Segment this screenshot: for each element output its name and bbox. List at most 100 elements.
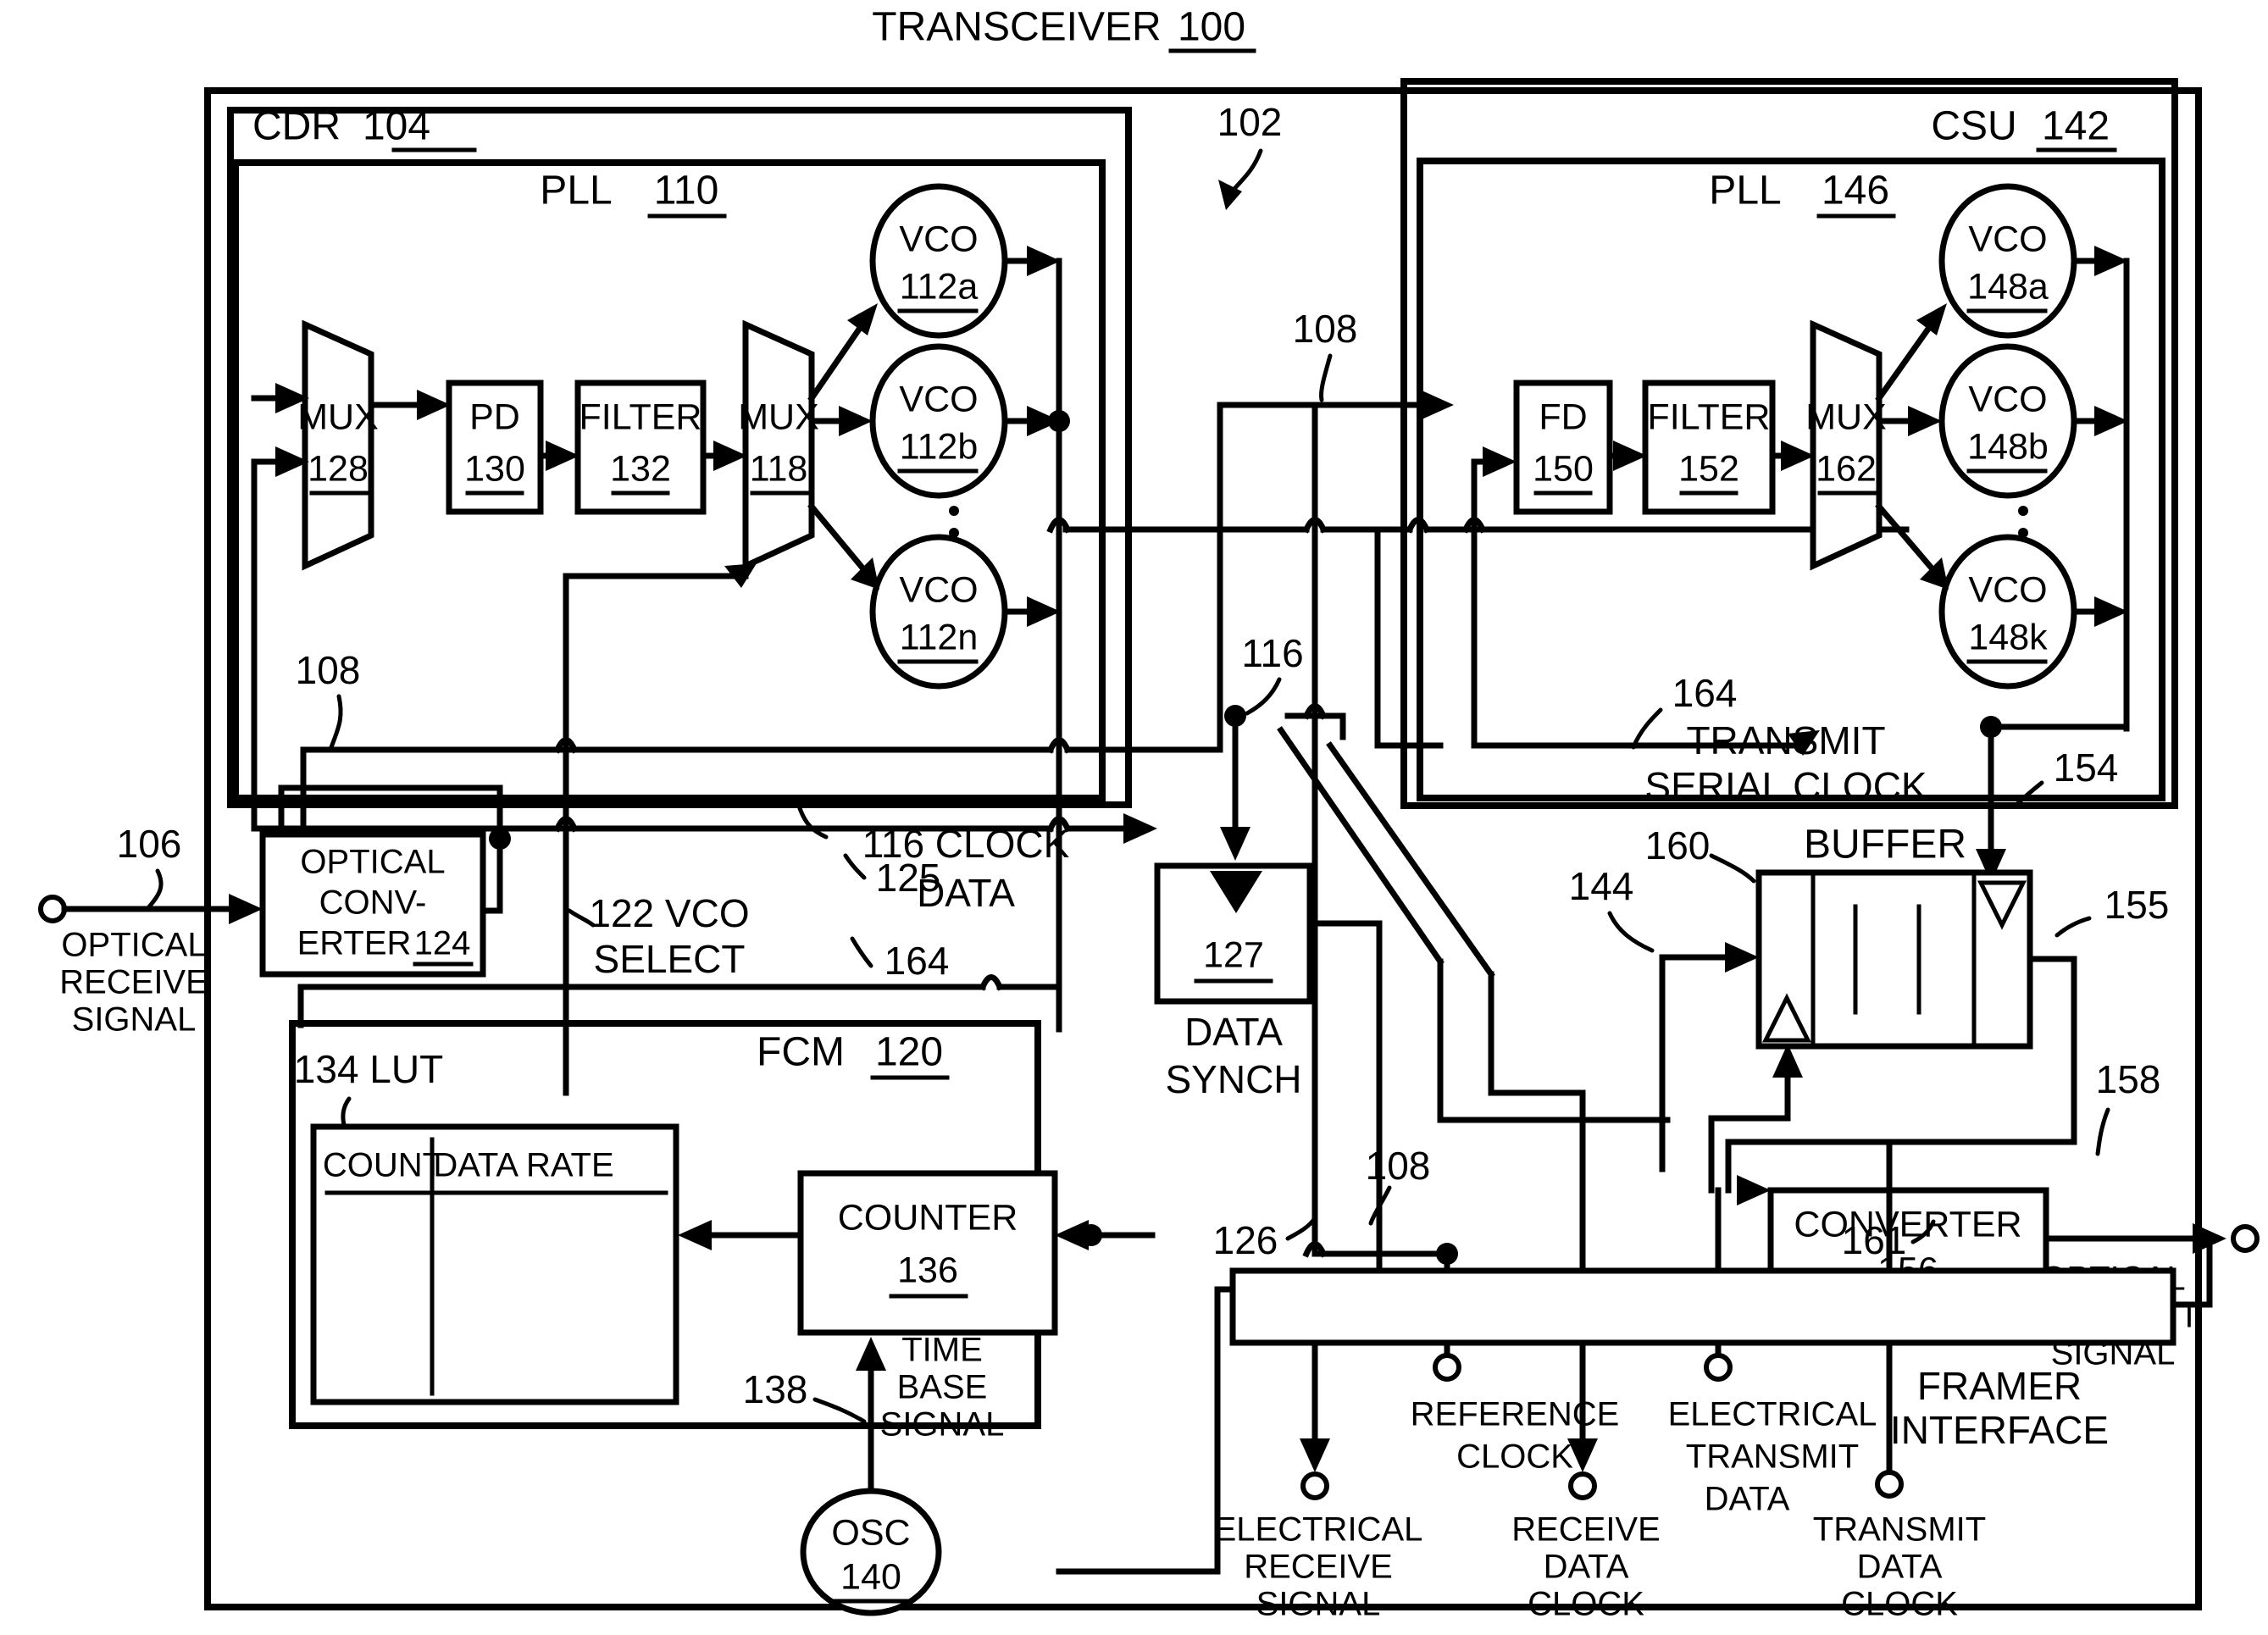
vco-148b-label: VCO bbox=[1968, 379, 2047, 419]
pd-130: PD 130 bbox=[446, 380, 544, 515]
annotation-125-text: 125 bbox=[876, 856, 941, 900]
data-synch-line1: DATA bbox=[1184, 1010, 1283, 1054]
block-diagram: TRANSCEIVER 100 102 CDR 104 PLL 110 MUX … bbox=[38, 5, 2260, 1623]
annotation-122-vco-select: 122 VCO SELECT bbox=[567, 891, 750, 981]
annotation-160: 160 bbox=[1645, 823, 1756, 884]
optical-converter-ref: 124 bbox=[414, 925, 471, 962]
csu-ref: 142 bbox=[2042, 104, 2110, 149]
annotation-108-left: 108 bbox=[296, 648, 360, 752]
electrical-transmit-line1: ELECTRICAL bbox=[1668, 1396, 1877, 1433]
buffer-block: BUFFER bbox=[1659, 823, 2077, 1205]
counter-label: COUNTER bbox=[838, 1197, 1018, 1238]
optical-converter-line3: ERTER bbox=[297, 925, 412, 962]
annotation-144: 144 bbox=[1569, 864, 1655, 953]
filter-152-ref: 152 bbox=[1678, 448, 1739, 489]
annotation-102: 102 bbox=[1217, 100, 1283, 144]
data-synch-line2: SYNCH bbox=[1165, 1057, 1301, 1101]
optical-receive-label-line2: RECEIVE bbox=[59, 964, 208, 1001]
annotation-125: 125 bbox=[843, 853, 941, 900]
pll-110-ref: 110 bbox=[654, 169, 719, 213]
vco-148k-ref: 148k bbox=[1968, 617, 2048, 657]
fcm-ref: 120 bbox=[875, 1030, 943, 1075]
annotation-138: 138 bbox=[743, 1367, 808, 1411]
reference-clock-line1: REFERENCE bbox=[1411, 1396, 1620, 1433]
annotation-164-right-text: 164 bbox=[1672, 671, 1738, 715]
pll-146-ref: 146 bbox=[1822, 169, 1889, 213]
annotation-164-left-text: 164 bbox=[884, 939, 950, 983]
lut-col2-header: DATA RATE bbox=[433, 1147, 613, 1184]
vco-112a: VCO 112a bbox=[869, 183, 1008, 339]
figure-title-ref: 100 bbox=[1178, 5, 1245, 50]
counter-136: COUNTER 136 bbox=[678, 1170, 1156, 1336]
annotation-134-lut-text: 134 LUT bbox=[294, 1047, 443, 1091]
osc-ref: 140 bbox=[840, 1556, 901, 1597]
optical-converter-line2: CONV- bbox=[319, 884, 427, 922]
vco-select-line-122 bbox=[553, 659, 579, 1096]
annotation-161-text: 161 bbox=[1842, 1218, 1907, 1262]
optical-converter-124: OPTICAL CONV- ERTER 124 bbox=[259, 831, 503, 978]
pll-146-label: PLL bbox=[1709, 169, 1781, 213]
vco-112b: VCO 112b bbox=[869, 343, 1008, 499]
annotation-144-text: 144 bbox=[1569, 864, 1634, 908]
receive-data-clock-line2: DATA bbox=[1544, 1549, 1629, 1586]
electrical-receive-line3: SIGNAL bbox=[1256, 1586, 1381, 1623]
converter-label: CONVERTER bbox=[1794, 1204, 2021, 1244]
pd-130-label: PD bbox=[469, 396, 520, 437]
electrical-receive-port: ELECTRICAL RECEIVE SIGNAL bbox=[1214, 1339, 1423, 1623]
annotation-106: 106 bbox=[117, 822, 182, 866]
vco-112n-label: VCO bbox=[899, 569, 978, 610]
filter-152: FILTER 152 bbox=[1642, 380, 1776, 515]
pd-130-ref: 130 bbox=[464, 448, 525, 489]
vco-148k: VCO 148k bbox=[1938, 534, 2077, 690]
annotation-160-text: 160 bbox=[1645, 823, 1711, 867]
vco-148k-label: VCO bbox=[1968, 569, 2047, 610]
fd-150-ref: 150 bbox=[1533, 448, 1594, 489]
vco-148a-ref: 148a bbox=[1967, 266, 2049, 307]
mux-118-ref: 118 bbox=[750, 448, 808, 489]
annotation-134-lut: 134 LUT bbox=[294, 1047, 443, 1128]
filter-132-ref: 132 bbox=[610, 448, 671, 489]
time-base-line2: BASE bbox=[897, 1369, 988, 1406]
patent-figure-canvas: TRANSCEIVER 100 102 CDR 104 PLL 110 MUX … bbox=[0, 0, 2268, 1635]
bus-102-annotation: 102 bbox=[1217, 100, 1283, 210]
receive-data-clock-line3: CLOCK bbox=[1528, 1586, 1644, 1623]
lut-col1-header: COUNT bbox=[323, 1147, 443, 1184]
framer-interface-line2: INTERFACE bbox=[1890, 1408, 2109, 1452]
mux-118: MUX 118 bbox=[738, 319, 819, 571]
time-base-signal: 138 TIME BASE SIGNAL bbox=[743, 1332, 1005, 1503]
transmit-data-clock-line1: TRANSMIT bbox=[1813, 1511, 1986, 1549]
electrical-transmit-line2: TRANSMIT bbox=[1686, 1438, 1859, 1476]
vco-148a: VCO 148a bbox=[1938, 183, 2077, 339]
annotation-154-text: 154 bbox=[2054, 745, 2119, 790]
electrical-receive-line1: ELECTRICAL bbox=[1214, 1511, 1423, 1549]
electrical-transmit-line3: DATA bbox=[1705, 1481, 1790, 1518]
line-164 bbox=[297, 974, 1061, 1028]
cdr-ref: 104 bbox=[363, 104, 430, 149]
osc-140: OSC 140 bbox=[800, 1488, 942, 1616]
optical-converter-line1: OPTICAL bbox=[300, 844, 445, 881]
optical-receive-label-line3: SIGNAL bbox=[72, 1001, 197, 1039]
annotation-108-center-text: 108 bbox=[1293, 307, 1358, 351]
transmit-data-clock-line2: DATA bbox=[1857, 1549, 1943, 1586]
vco-112a-ref: 112a bbox=[900, 266, 979, 307]
counter-ref: 136 bbox=[897, 1250, 958, 1290]
vco-148a-label: VCO bbox=[1968, 219, 2047, 259]
time-base-line1: TIME bbox=[901, 1332, 983, 1369]
reference-clock-line2: CLOCK bbox=[1456, 1438, 1573, 1476]
bus-126 bbox=[1306, 920, 1383, 1274]
vco-112n: VCO 112n bbox=[869, 534, 1008, 690]
time-base-line3: SIGNAL bbox=[880, 1406, 1005, 1444]
cdr-label: CDR bbox=[252, 104, 341, 149]
framer-interface-line1: FRAMER bbox=[1917, 1364, 2082, 1408]
figure-title: TRANSCEIVER 100 bbox=[872, 5, 1256, 53]
mux-128-label: MUX bbox=[297, 396, 379, 437]
csu-label: CSU bbox=[1931, 104, 2016, 149]
annotation-126: 126 bbox=[1213, 1216, 1317, 1262]
data-synch-127: 127 DATA SYNCH bbox=[1154, 705, 1313, 1101]
vco-148b: VCO 148b bbox=[1938, 343, 2077, 499]
annotation-155-text: 155 bbox=[2104, 883, 2170, 927]
mux-162: MUX 162 bbox=[1805, 319, 1887, 571]
vco-112b-ref: 112b bbox=[900, 426, 978, 467]
filter-132-label: FILTER bbox=[579, 396, 702, 437]
mux-162-ref: 162 bbox=[1816, 448, 1877, 489]
